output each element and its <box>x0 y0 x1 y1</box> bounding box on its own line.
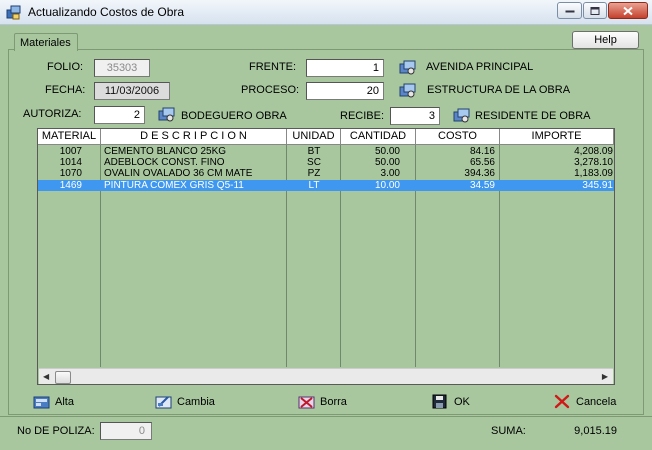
cell-importe: 3,278.10 <box>574 157 613 168</box>
suma-value: 9,015.19 <box>574 425 617 437</box>
recibe-description: RESIDENTE DE OBRA <box>475 110 591 122</box>
proceso-description: ESTRUCTURA DE LA OBRA <box>427 84 571 96</box>
cell-costo: 84.16 <box>469 146 495 157</box>
proceso-label: PROCESO: <box>241 84 300 96</box>
recibe-lookup-icon[interactable] <box>453 108 470 123</box>
window-title: Actualizando Costos de Obra <box>28 5 185 19</box>
proceso-input[interactable]: 20 <box>306 82 384 100</box>
autoriza-input[interactable]: 2 <box>94 106 145 124</box>
tab-materiales[interactable]: Materiales <box>14 33 78 51</box>
folio-label: FOLIO: <box>47 61 84 73</box>
scroll-right-icon[interactable]: ▶ <box>602 372 608 381</box>
fecha-value: 11/03/2006 <box>104 85 160 97</box>
poliza-value: 0 <box>138 425 145 437</box>
app-icon <box>6 5 21 20</box>
help-label: Help <box>594 34 617 46</box>
cell-costo: 394.36 <box>464 168 495 179</box>
maximize-button[interactable] <box>583 2 607 19</box>
ok-label: OK <box>454 396 470 408</box>
column-header-unidad[interactable]: UNIDAD <box>287 129 341 145</box>
suma-label: SUMA: <box>491 425 526 437</box>
cell-unidad: PZ <box>307 168 321 179</box>
frente-input[interactable]: 1 <box>306 59 384 77</box>
folio-value: 35303 <box>106 62 138 74</box>
frente-description: AVENIDA PRINCIPAL <box>426 61 534 73</box>
table-row[interactable]: 1007 CEMENTO BLANCO 25KG BT 50.00 84.16 … <box>38 146 614 157</box>
scroll-left-icon[interactable]: ◀ <box>43 372 49 381</box>
proceso-value: 20 <box>366 85 379 97</box>
add-icon <box>33 396 50 409</box>
frente-label: FRENTE: <box>249 61 297 73</box>
column-header-importe[interactable]: IMPORTE <box>500 129 614 145</box>
column-header-material[interactable]: MATERIAL <box>38 129 101 145</box>
recibe-value: 3 <box>428 110 435 122</box>
proceso-lookup-icon[interactable] <box>399 83 416 98</box>
cell-cantidad: 50.00 <box>374 157 400 168</box>
cell-importe: 345.91 <box>582 180 613 191</box>
close-button[interactable] <box>608 2 648 19</box>
footer-divider <box>0 416 652 417</box>
autoriza-value: 2 <box>133 109 140 121</box>
cell-cantidad: 3.00 <box>380 168 400 179</box>
autoriza-label: AUTORIZA: <box>23 108 82 120</box>
cancela-label: Cancela <box>576 396 617 408</box>
cell-descripcion: ADEBLOCK CONST. FINO <box>104 157 225 168</box>
edit-icon <box>155 396 172 409</box>
cell-descripcion: OVALIN OVALADO 36 CM MATE <box>104 168 253 179</box>
fecha-label: FECHA: <box>45 84 86 96</box>
delete-icon <box>298 396 315 409</box>
frente-lookup-icon[interactable] <box>399 60 416 75</box>
cell-cantidad: 10.00 <box>374 180 400 191</box>
cancel-x-icon <box>554 394 570 409</box>
minimize-button[interactable] <box>557 2 582 19</box>
cell-unidad: BT <box>307 146 321 157</box>
table-row-selected[interactable]: 1469 PINTURA COMEX GRIS Q5-11 LT 10.00 3… <box>38 180 614 191</box>
minimize-icon <box>565 10 574 12</box>
frente-value: 1 <box>372 62 379 74</box>
scroll-thumb[interactable] <box>55 371 71 384</box>
cell-material: 1014 <box>59 157 82 168</box>
close-icon <box>623 6 633 15</box>
horizontal-scrollbar[interactable]: ◀ ▶ <box>39 368 613 384</box>
tab-label: Materiales <box>20 37 71 49</box>
cell-descripcion: CEMENTO BLANCO 25KG <box>104 146 227 157</box>
recibe-input[interactable]: 3 <box>390 107 440 125</box>
cell-unidad: SC <box>307 157 321 168</box>
cell-material: 1469 <box>59 180 82 191</box>
autoriza-lookup-icon[interactable] <box>158 107 175 122</box>
cell-cantidad: 50.00 <box>374 146 400 157</box>
table-row[interactable]: 1070 OVALIN OVALADO 36 CM MATE PZ 3.00 3… <box>38 168 614 179</box>
cell-costo: 34.59 <box>469 180 495 191</box>
column-header-descripcion[interactable]: D E S C R I P C I O N <box>101 129 287 145</box>
cell-descripcion: PINTURA COMEX GRIS Q5-11 <box>104 180 244 191</box>
folio-field: 35303 <box>94 59 150 77</box>
cell-importe: 1,183.09 <box>574 168 613 179</box>
fecha-field: 11/03/2006 <box>94 82 170 100</box>
table-row[interactable]: 1014 ADEBLOCK CONST. FINO SC 50.00 65.56… <box>38 157 614 168</box>
cell-unidad: LT <box>308 180 320 191</box>
column-header-costo[interactable]: COSTO <box>416 129 500 145</box>
save-icon <box>432 394 447 409</box>
title-bar[interactable]: Actualizando Costos de Obra <box>0 0 652 25</box>
autoriza-description: BODEGUERO OBRA <box>181 110 287 122</box>
borra-label: Borra <box>320 396 347 408</box>
cambia-label: Cambia <box>177 396 215 408</box>
alta-label: Alta <box>55 396 74 408</box>
maximize-icon <box>590 6 600 15</box>
cell-material: 1007 <box>59 146 82 157</box>
help-button[interactable]: Help <box>572 31 639 49</box>
main-window: Actualizando Costos de Obra Materiales H… <box>0 0 652 450</box>
poliza-field: 0 <box>100 422 152 440</box>
cell-material: 1070 <box>59 168 82 179</box>
poliza-label: No DE POLIZA: <box>17 425 95 437</box>
column-header-cantidad[interactable]: CANTIDAD <box>341 129 416 145</box>
cell-costo: 65.56 <box>469 157 495 168</box>
cell-importe: 4,208.09 <box>574 146 613 157</box>
recibe-label: RECIBE: <box>340 110 385 122</box>
materials-grid[interactable]: MATERIAL D E S C R I P C I O N UNIDAD CA… <box>37 128 615 385</box>
